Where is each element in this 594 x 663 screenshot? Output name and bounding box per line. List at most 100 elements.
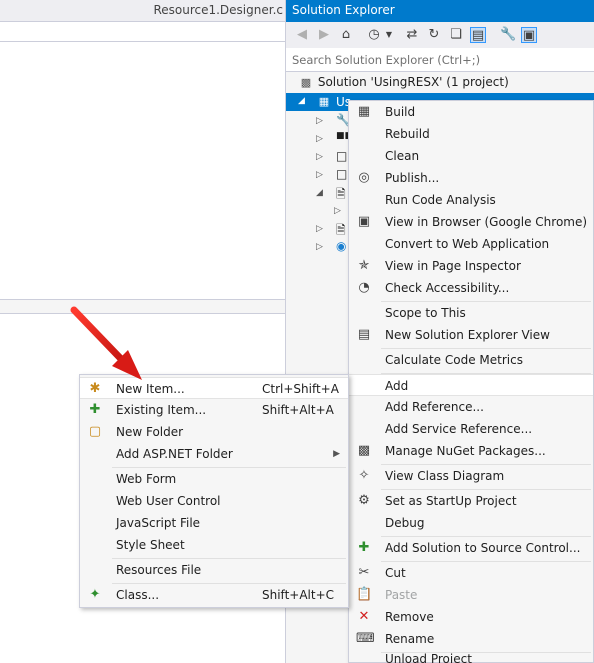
editor-navigation-bar[interactable] — [0, 22, 285, 42]
menu-item-scope-to-this[interactable]: Scope to This — [349, 302, 593, 324]
sync-icon[interactable]: ⇄ — [404, 27, 420, 43]
menu-item-add-to-source-control[interactable]: ✚ Add Solution to Source Control... — [349, 537, 593, 559]
menu-item-label: Class... — [116, 588, 160, 602]
class-icon: ✦ — [89, 587, 101, 602]
menu-item-label: Build — [385, 105, 416, 119]
build-icon: ▦ — [357, 104, 371, 119]
menu-item-label: Publish... — [385, 171, 440, 185]
publish-icon: ◎ — [358, 170, 370, 185]
menu-item-label: Add ASP.NET Folder — [116, 447, 233, 461]
menu-item-cut[interactable]: ✂ Cut — [349, 562, 593, 584]
menu-item-label: JavaScript File — [116, 516, 201, 530]
menu-item-label: Add Service Reference... — [385, 422, 533, 436]
editor-splitter[interactable] — [0, 300, 285, 314]
menu-item-label: Rebuild — [385, 127, 430, 141]
menu-item-new-item[interactable]: ✱ New Item... Ctrl+Shift+A — [80, 377, 348, 399]
file-icon: 🗎 — [336, 187, 346, 201]
menu-item-label: Add Reference... — [385, 400, 484, 414]
menu-item-new-solution-explorer-view[interactable]: ▤ New Solution Explorer View — [349, 324, 593, 346]
preview-icon[interactable]: ▣ — [521, 27, 537, 43]
menu-item-label: Scope to This — [385, 306, 466, 320]
paste-icon: 📋 — [356, 587, 373, 602]
search-input[interactable]: Search Solution Explorer (Ctrl+;) — [286, 48, 594, 72]
editor-text-pane[interactable] — [0, 42, 285, 300]
menu-item-paste[interactable]: 📋 Paste — [349, 584, 593, 606]
collapse-arrow-icon[interactable]: ◢ — [316, 188, 323, 198]
menu-item-view-class-diagram[interactable]: ✧ View Class Diagram — [349, 465, 593, 487]
menu-item-label: Manage NuGet Packages... — [385, 444, 546, 458]
menu-item-clean[interactable]: Clean — [349, 145, 593, 167]
menu-item-label: New Solution Explorer View — [385, 328, 550, 342]
menu-item-unload-project[interactable]: Unload Project — [349, 652, 593, 663]
show-all-files-icon[interactable]: ▤ — [470, 27, 486, 43]
source-control-icon: ✚ — [358, 540, 370, 555]
menu-item-label: Add — [385, 379, 409, 393]
menu-item-label: Add Solution to Source Control... — [385, 541, 581, 555]
editor-tab-title[interactable]: Resource1.Designer.c — [153, 3, 283, 17]
add-submenu: ✱ New Item... Ctrl+Shift+A ✚ Existing It… — [79, 374, 349, 608]
nuget-icon: ▩ — [357, 443, 371, 458]
menu-item-label: Set as StartUp Project — [385, 494, 517, 508]
expand-arrow-icon[interactable]: ▷ — [316, 152, 323, 162]
menu-item-check-accessibility[interactable]: ◔ Check Accessibility... — [349, 277, 593, 299]
browser-icon: ▣ — [357, 214, 371, 229]
menu-item-run-code-analysis[interactable]: Run Code Analysis — [349, 189, 593, 211]
menu-item-convert-to-web-app[interactable]: Convert to Web Application — [349, 233, 593, 255]
project-context-menu: ▦ Build Rebuild Clean ◎ Publish... Run C… — [348, 100, 594, 663]
menu-item-javascript-file[interactable]: JavaScript File — [80, 512, 348, 534]
solution-explorer-toolbar: ◀ ▶ ⌂ ◷ ▼ ⇄ ↻ ❏ ▤ 🔧 ▣ — [286, 22, 594, 48]
menu-item-style-sheet[interactable]: Style Sheet — [80, 534, 348, 556]
menu-item-rename[interactable]: ⌨ Rename — [349, 628, 593, 650]
collapse-all-icon[interactable]: ❏ — [448, 27, 464, 43]
editor-tab-bar: Resource1.Designer.c — [0, 0, 285, 22]
menu-item-manage-nuget-packages[interactable]: ▩ Manage NuGet Packages... — [349, 440, 593, 462]
menu-item-shortcut: Ctrl+Shift+A — [262, 382, 339, 396]
menu-item-build[interactable]: ▦ Build — [349, 101, 593, 123]
chevron-down-icon[interactable]: ▼ — [381, 27, 397, 43]
menu-item-label: Calculate Code Metrics — [385, 353, 523, 367]
menu-item-set-as-startup-project[interactable]: ⚙ Set as StartUp Project — [349, 490, 593, 512]
menu-item-label: View in Page Inspector — [385, 259, 521, 273]
menu-item-web-user-control[interactable]: Web User Control — [80, 490, 348, 512]
menu-item-existing-item[interactable]: ✚ Existing Item... Shift+Alt+A — [80, 399, 348, 421]
cut-icon: ✂ — [358, 565, 370, 580]
menu-item-add-aspnet-folder[interactable]: Add ASP.NET Folder ▶ — [80, 443, 348, 465]
menu-item-resources-file[interactable]: Resources File — [80, 559, 348, 581]
folder-icon: □ — [336, 149, 348, 163]
menu-item-new-folder[interactable]: ▢ New Folder — [80, 421, 348, 443]
menu-item-web-form[interactable]: Web Form — [80, 468, 348, 490]
menu-item-debug[interactable]: Debug — [349, 512, 593, 534]
menu-item-add[interactable]: Add — [349, 374, 593, 396]
menu-item-shortcut: Shift+Alt+C — [262, 588, 335, 602]
menu-item-rebuild[interactable]: Rebuild — [349, 123, 593, 145]
properties-icon[interactable]: 🔧 — [500, 27, 516, 43]
expand-arrow-icon[interactable]: ▷ — [316, 224, 323, 234]
menu-item-class[interactable]: ✦ Class... Shift+Alt+C — [80, 584, 348, 606]
menu-item-label: View in Browser (Google Chrome) — [385, 215, 588, 229]
forward-icon[interactable]: ▶ — [316, 27, 332, 43]
menu-item-view-in-browser[interactable]: ▣ View in Browser (Google Chrome) — [349, 211, 593, 233]
menu-item-label: Web User Control — [116, 494, 221, 508]
gear-icon: ⚙ — [358, 493, 370, 508]
expand-arrow-icon[interactable]: ▷ — [334, 206, 341, 216]
menu-item-add-service-reference[interactable]: Add Service Reference... — [349, 418, 593, 440]
menu-item-label: Check Accessibility... — [385, 281, 510, 295]
history-icon[interactable]: ◷ — [366, 27, 382, 43]
menu-item-remove[interactable]: ✕ Remove — [349, 606, 593, 628]
expand-arrow-icon[interactable]: ▷ — [316, 116, 323, 126]
remove-icon: ✕ — [358, 609, 370, 624]
menu-item-calculate-code-metrics[interactable]: Calculate Code Metrics — [349, 349, 593, 371]
expand-arrow-icon[interactable]: ▷ — [316, 134, 323, 144]
home-icon[interactable]: ⌂ — [338, 27, 354, 43]
menu-item-publish[interactable]: ◎ Publish... — [349, 167, 593, 189]
back-icon[interactable]: ◀ — [294, 27, 310, 43]
menu-item-label: Debug — [385, 516, 425, 530]
tree-item-solution[interactable]: ▩ Solution 'UsingRESX' (1 project) — [298, 75, 509, 93]
expand-arrow-icon[interactable]: ▷ — [316, 170, 323, 180]
menu-item-view-in-page-inspector[interactable]: ✯ View in Page Inspector — [349, 255, 593, 277]
refresh-icon[interactable]: ↻ — [426, 27, 442, 43]
submenu-arrow-icon: ▶ — [333, 449, 340, 459]
menu-item-add-reference[interactable]: Add Reference... — [349, 396, 593, 418]
expand-arrow-icon[interactable]: ◢ — [298, 96, 305, 106]
expand-arrow-icon[interactable]: ▷ — [316, 242, 323, 252]
